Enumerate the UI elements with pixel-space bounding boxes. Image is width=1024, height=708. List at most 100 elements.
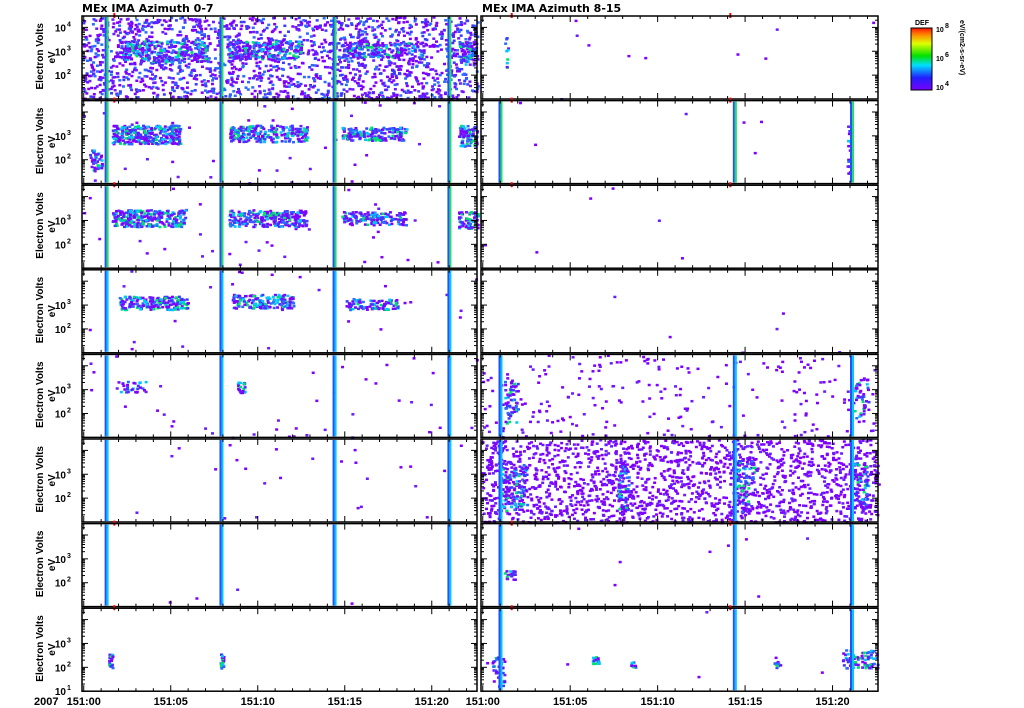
data-point (131, 70, 135, 74)
data-point (150, 25, 154, 29)
data-point (325, 93, 329, 96)
data-cluster-point (260, 216, 264, 219)
data-point (350, 114, 354, 118)
data-cluster-point (89, 153, 93, 157)
data-point (313, 78, 317, 82)
data-point (239, 20, 243, 24)
data-point (760, 120, 764, 124)
data-cluster-point (385, 53, 389, 56)
data-cluster-point (159, 45, 163, 48)
data-cluster-point (263, 140, 267, 144)
data-point (383, 29, 387, 32)
data-point (380, 34, 384, 38)
data-cluster-point (169, 214, 173, 217)
data-point (379, 72, 383, 75)
data-point (118, 83, 122, 87)
data-point (418, 142, 422, 146)
data-point (176, 72, 180, 75)
data-cluster-point (178, 217, 182, 220)
data-cluster-point (158, 220, 162, 224)
data-cluster-point (254, 137, 258, 140)
data-cluster-point (398, 126, 402, 130)
data-point (206, 80, 210, 83)
data-point (680, 257, 684, 260)
data-point (216, 36, 220, 40)
data-cluster-point (261, 135, 265, 138)
data-cluster-point (358, 136, 362, 140)
data-cluster-point (374, 221, 378, 225)
data-point (373, 75, 377, 79)
data-point (350, 23, 354, 27)
data-point (407, 61, 411, 65)
data-point (98, 70, 102, 74)
data-cluster-point (287, 224, 291, 228)
spike-band-core (221, 101, 224, 183)
data-point (300, 92, 304, 96)
data-point (323, 80, 327, 84)
data-point (320, 42, 324, 46)
data-cluster-point (343, 220, 347, 224)
data-cluster-point (461, 224, 465, 228)
data-cluster-point (180, 42, 184, 46)
data-cluster-point (174, 124, 178, 128)
data-point (225, 27, 229, 31)
data-cluster-point (174, 51, 178, 54)
data-cluster-point (163, 225, 167, 228)
data-cluster-point (158, 225, 162, 229)
data-point (459, 34, 463, 37)
data-cluster-point (197, 42, 201, 46)
data-point (352, 76, 356, 80)
data-point (457, 37, 461, 40)
data-cluster-point (166, 214, 170, 218)
data-cluster-point (152, 307, 156, 311)
data-cluster-point (180, 225, 184, 229)
data-point (409, 301, 413, 304)
data-point (265, 241, 269, 244)
data-point (519, 101, 523, 105)
data-cluster-point (341, 126, 345, 130)
data-point (438, 105, 442, 108)
data-cluster-point (299, 51, 303, 54)
data-point (118, 90, 122, 93)
data-point (344, 24, 348, 27)
data-point (92, 18, 96, 21)
data-point (144, 31, 148, 34)
data-point (277, 60, 281, 64)
data-cluster-point (380, 131, 384, 135)
data-point (171, 95, 175, 99)
data-cluster-point (403, 211, 407, 215)
data-point (469, 31, 473, 35)
data-cluster-point (296, 211, 300, 215)
data-point (244, 62, 248, 66)
data-cluster-point (407, 42, 411, 45)
data-cluster-point (183, 302, 187, 306)
y-tick-exponent: 2 (67, 69, 71, 76)
data-cluster-point (143, 138, 147, 142)
data-cluster-point (171, 222, 175, 226)
data-cluster-point (199, 55, 203, 58)
data-cluster-point (468, 144, 472, 147)
data-point (329, 25, 333, 28)
data-point (183, 90, 187, 94)
data-point (259, 19, 263, 22)
data-point (326, 89, 330, 93)
data-cluster-point (235, 41, 239, 44)
data-point (100, 43, 104, 46)
data-cluster-point (393, 128, 397, 131)
data-cluster-point (261, 126, 265, 129)
data-point (348, 71, 352, 75)
data-cluster-point (363, 135, 367, 139)
data-point (148, 35, 152, 38)
data-cluster-point (296, 127, 300, 131)
data-point (364, 20, 368, 23)
data-point (229, 93, 233, 96)
data-point (362, 23, 366, 27)
data-point (373, 72, 377, 76)
data-cluster-point (143, 42, 147, 45)
data-point (261, 30, 265, 33)
data-point (233, 94, 237, 98)
data-point (395, 93, 399, 97)
data-point (322, 59, 326, 63)
data-cluster-point (131, 46, 135, 49)
data-cluster-point (193, 56, 197, 59)
